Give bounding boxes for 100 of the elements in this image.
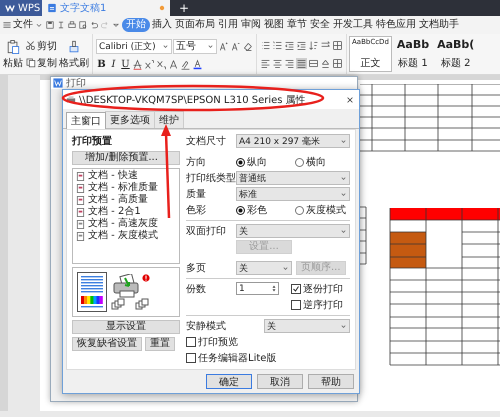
font-dropdown[interactable]: Calibri (正文) [96,38,172,54]
sort-icon[interactable] [308,40,319,50]
duplex-dropdown[interactable]: 关 [236,224,350,238]
style-preset[interactable]: AaBb 标题 1 [394,36,432,72]
menu-tab[interactable]: 章节 [286,18,308,32]
cut-button[interactable]: 剪切 [25,38,57,52]
field-label: 双面打印 [186,224,227,238]
checkbox[interactable]: 逆序打印 [291,298,343,312]
field-label: 方向 [186,156,207,169]
multipage-dropdown[interactable]: 关 [236,261,292,275]
quality-dropdown[interactable]: 标准 [236,187,350,201]
paste-button[interactable]: 粘贴 [3,38,23,70]
checkbox[interactable]: 任务编辑器Lite版 [186,351,350,365]
menu-tab[interactable]: 开发工具 [332,18,374,32]
preset-item[interactable]: 文档 - 高速灰度 [76,218,176,230]
spinner-arrows-icon [271,284,277,293]
unsaved-dot-icon [159,5,165,11]
preset-item[interactable]: 文档 - 2合1 [76,206,176,218]
dialog-tab[interactable]: 主窗口 [66,112,106,129]
add-remove-presets-button[interactable]: 增加/删除预置... [72,151,180,165]
format-button[interactable]: B [96,58,107,70]
menu-icon[interactable] [2,20,12,30]
preset-item[interactable]: 文档 - 高质量 [76,194,176,206]
menu-tab[interactable]: 特色应用 [375,18,417,32]
menu-tab[interactable]: 文档助手 [418,18,460,32]
radio-button[interactable]: 彩色 [236,203,291,217]
format-button[interactable]: I [108,58,119,70]
decrease-indent-icon[interactable] [284,40,295,50]
format-button[interactable]: U [120,58,131,70]
checkbox[interactable]: 打印预览 [186,335,350,349]
print-preview-icon[interactable] [78,20,88,30]
document-icon [76,232,85,240]
new-tab-button[interactable]: + [176,0,192,16]
highlighter-icon[interactable] [180,58,191,70]
align-left-icon[interactable] [260,58,271,68]
document-icon [76,172,85,180]
copies-field[interactable]: 1 [236,282,279,295]
align-center-icon[interactable] [272,58,283,68]
save-icon[interactable] [45,20,55,30]
clipboard-icon [6,38,20,54]
checkbox[interactable]: 逐份打印 [291,282,343,296]
numbered-list-icon[interactable] [272,40,283,50]
close-icon [346,96,354,104]
radio-indicator[interactable] [236,206,245,214]
app-tab[interactable]: 文字文稿1 [42,0,170,16]
radio-button[interactable]: 纵向 [236,155,291,169]
increase-indent-icon[interactable] [296,40,307,50]
align-right-icon[interactable] [284,58,295,68]
radio-indicator[interactable] [236,158,245,166]
border-icon[interactable] [332,58,343,68]
preset-item[interactable]: 文档 - 快速 [76,170,176,182]
dialog-button[interactable]: 取消 [257,374,303,389]
preset-item[interactable]: 文档 - 灰度模式 [76,230,176,242]
document-icon [76,208,85,216]
reset-button[interactable]: 重置 [145,337,175,351]
format-painter-button[interactable]: 格式刷 [59,38,89,70]
menu-tab[interactable]: 页面布局 [174,18,216,32]
field-label: 多页 [186,262,207,275]
radio-button[interactable]: 灰度模式 [295,203,350,217]
paper-type-dropdown[interactable]: 普通纸 [236,171,350,185]
format-painter-label: 格式刷 [59,56,89,70]
grow-font-icon[interactable] [218,40,229,52]
superscript-icon[interactable] [144,58,155,70]
app-tab[interactable]: WPS [0,0,42,16]
text-effect-icon[interactable] [168,58,179,70]
dialog-tab[interactable]: 更多选项 [105,111,155,128]
subscript-icon[interactable] [156,58,167,70]
document-icon [47,3,57,13]
radio-indicator[interactable] [295,158,304,166]
paper-size-dropdown[interactable]: A4 210 x 297 毫米 [236,134,350,148]
style-preset[interactable]: AaBb( 标题 2 [434,36,478,72]
justify-icon[interactable] [296,58,307,68]
display-settings-button[interactable]: 显示设置 [72,320,180,334]
caret-icon [162,42,169,50]
shrink-font-icon[interactable] [230,40,241,52]
table-grid-icon[interactable] [332,40,343,50]
menu-tab[interactable]: 插入 [151,18,173,32]
print-icon[interactable] [67,20,77,30]
quiet-mode-dropdown[interactable]: 关 [264,319,350,333]
caret-icon [340,138,347,144]
strikethrough-icon[interactable] [132,58,143,70]
distribute-icon[interactable] [308,58,319,68]
font-color-icon[interactable] [192,58,203,70]
file-menu[interactable]: 文件 [13,18,33,32]
document-icon [76,220,85,228]
menu-tab[interactable]: 审阅 [240,18,262,32]
eraser-icon[interactable] [242,40,253,52]
dialog-button[interactable]: 确定 [206,374,252,389]
copy-button[interactable]: 复制 [25,56,57,70]
menu-tab[interactable]: 引用 [217,18,239,32]
radio-button[interactable]: 横向 [295,155,350,169]
dialog-button[interactable]: 帮助 [308,374,354,389]
restore-defaults-button[interactable]: 恢复缺省设置 [72,337,142,351]
undo-icon[interactable] [89,20,99,30]
preset-item[interactable]: 文档 - 标准质量 [76,182,176,194]
menu-tab[interactable]: 安全 [309,18,331,32]
radio-indicator[interactable] [295,206,304,214]
dialog-tab[interactable]: 维护 [154,111,184,128]
font-size-dropdown[interactable]: 五号 [173,38,217,54]
menu-tab[interactable]: 视图 [263,18,285,32]
